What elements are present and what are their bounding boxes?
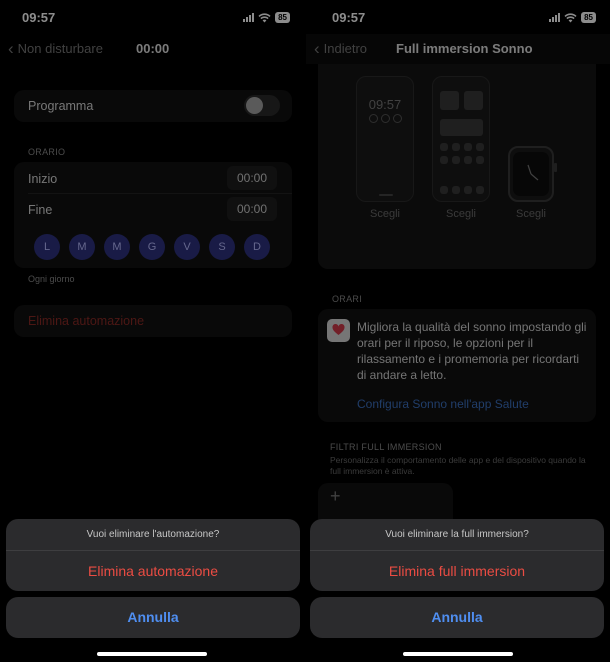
- end-time-picker[interactable]: 00:00: [227, 197, 277, 221]
- home-indicator: [403, 652, 513, 656]
- action-sheet: Vuoi eliminare la full immersion? Elimin…: [310, 519, 604, 591]
- configure-sleep-link[interactable]: Configura Sonno nell'app Salute: [357, 397, 529, 411]
- chevron-left-icon: ‹: [314, 39, 320, 58]
- plus-icon: +: [330, 486, 341, 506]
- day-toggle-sabato[interactable]: S: [209, 234, 235, 260]
- battery-icon: 85: [581, 12, 596, 23]
- health-app-icon: [327, 319, 350, 342]
- choose-home-screen[interactable]: Scegli: [431, 208, 491, 220]
- delete-automation-label: Elimina automazione: [28, 314, 145, 328]
- day-toggle-mercoledi[interactable]: M: [104, 234, 130, 260]
- status-icons: 85: [549, 12, 596, 23]
- page-title: 00:00: [136, 41, 170, 56]
- start-label: Inizio: [28, 172, 58, 186]
- action-sheet-question: Vuoi eliminare la full immersion?: [385, 529, 529, 540]
- cellular-signal-icon: [549, 13, 561, 22]
- orario-card: Inizio 00:00 Fine 00:00 L M M G V S D: [14, 162, 292, 268]
- status-time: 09:57: [22, 10, 56, 25]
- screens-card: 09:57 Scegli Scegli Scegli: [318, 64, 596, 269]
- right-screen: 09:57 85 ‹ Indietro Full immersion Sonno…: [306, 0, 610, 662]
- wifi-icon: [564, 12, 577, 22]
- orari-description: Migliora la qualità del sonno impostando…: [357, 320, 587, 382]
- battery-icon: 85: [275, 12, 290, 23]
- action-sheet-question: Vuoi eliminare l'automazione?: [86, 529, 220, 540]
- lock-screen-time: 09:57: [368, 97, 402, 112]
- home-screen-preview[interactable]: [432, 76, 490, 202]
- delete-automation-button[interactable]: Elimina automazione: [6, 563, 300, 579]
- back-label: Indietro: [323, 41, 368, 56]
- day-toggle-giovedi[interactable]: G: [139, 234, 165, 260]
- cancel-button[interactable]: Annulla: [310, 597, 604, 638]
- status-bar: 09:57 85: [306, 0, 610, 34]
- action-sheet: Vuoi eliminare l'automazione? Elimina au…: [6, 519, 300, 591]
- day-toggle-venerdi[interactable]: V: [174, 234, 200, 260]
- back-button[interactable]: ‹ Indietro: [314, 39, 368, 58]
- wifi-icon: [258, 12, 271, 22]
- left-screen: 09:57 85 ‹ Non disturbare 00:00 Programm…: [0, 0, 304, 662]
- back-button[interactable]: ‹ Non disturbare: [8, 39, 103, 58]
- divider: [28, 193, 292, 194]
- watch-face-preview[interactable]: [508, 146, 557, 202]
- day-toggle-martedi[interactable]: M: [69, 234, 95, 260]
- programma-label: Programma: [28, 99, 94, 113]
- cellular-signal-icon: [243, 13, 255, 22]
- status-time: 09:57: [332, 10, 366, 25]
- delete-automation-row[interactable]: Elimina automazione: [14, 305, 292, 337]
- day-toggle-lunedi[interactable]: L: [34, 234, 60, 260]
- page-title: Full immersion Sonno: [396, 41, 533, 56]
- delete-focus-button[interactable]: Elimina full immersion: [310, 563, 604, 579]
- nav-bar: ‹ Indietro Full immersion Sonno: [306, 34, 610, 64]
- home-indicator: [97, 652, 207, 656]
- end-label: Fine: [28, 203, 53, 217]
- day-toggle-domenica[interactable]: D: [244, 234, 270, 260]
- start-time-picker[interactable]: 00:00: [227, 166, 277, 190]
- orari-card: Migliora la qualità del sonno impostando…: [318, 309, 596, 422]
- cancel-button[interactable]: Annulla: [6, 597, 300, 638]
- clock-hands-icon: [527, 164, 539, 181]
- filters-description: Personalizza il comportamento delle app …: [330, 455, 586, 476]
- orari-header: ORARI: [332, 294, 363, 304]
- choose-watch-face[interactable]: Scegli: [501, 208, 561, 220]
- programma-row: Programma: [14, 90, 292, 122]
- orario-header: ORARIO: [28, 147, 66, 157]
- status-icons: 85: [243, 12, 290, 23]
- chevron-left-icon: ‹: [8, 39, 14, 58]
- filters-header: FILTRI FULL IMMERSION: [330, 442, 442, 452]
- back-label: Non disturbare: [17, 41, 103, 56]
- choose-lock-screen[interactable]: Scegli: [355, 208, 415, 220]
- programma-toggle[interactable]: [244, 95, 280, 116]
- status-bar: 09:57 85: [0, 0, 304, 34]
- days-footnote: Ogni giorno: [28, 274, 75, 284]
- lock-screen-preview[interactable]: 09:57: [356, 76, 414, 202]
- nav-bar: ‹ Non disturbare 00:00: [0, 34, 304, 64]
- heart-icon: [332, 324, 345, 335]
